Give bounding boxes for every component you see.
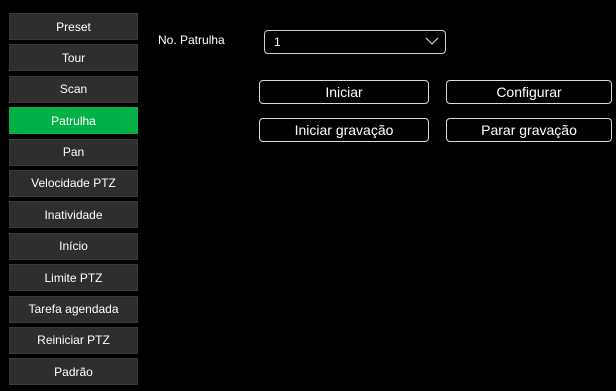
sidebar-item-pan[interactable]: Pan <box>9 138 138 166</box>
sidebar-item-label: Preset <box>56 19 91 34</box>
sidebar-item-preset[interactable]: Preset <box>9 13 138 40</box>
start-recording-button[interactable]: Iniciar gravação <box>259 118 429 142</box>
sidebar-item-label: Scan <box>59 82 88 97</box>
sidebar-item-label: Reiniciar PTZ <box>37 333 110 348</box>
sidebar-item-label: Velocidade PTZ <box>31 176 116 191</box>
sidebar-item-tarefa-agendada[interactable]: Tarefa agendada <box>9 295 138 323</box>
sidebar-item-label: Pan <box>62 145 85 160</box>
sidebar-item-label: Inatividade <box>44 207 103 222</box>
sidebar-item-velocidade-ptz[interactable]: Velocidade PTZ <box>9 169 138 197</box>
chevron-down-icon <box>425 37 439 45</box>
sidebar-item-label: Limite PTZ <box>44 270 103 285</box>
sidebar-item-label: Padrão <box>54 364 93 379</box>
start-button[interactable]: Iniciar <box>259 80 429 104</box>
stop-recording-button[interactable]: Parar gravação <box>446 118 612 142</box>
sidebar-item-label: Patrulha <box>51 113 96 128</box>
sidebar-item-inatividade[interactable]: Inatividade <box>9 201 138 229</box>
sidebar-item-reiniciar-ptz[interactable]: Reiniciar PTZ <box>9 326 138 354</box>
patrol-number-select[interactable]: 1 <box>264 30 446 54</box>
sidebar-item-inicio[interactable]: Início <box>9 232 138 260</box>
sidebar-item-padrao[interactable]: Padrão <box>9 358 138 386</box>
sidebar-item-patrulha[interactable]: Patrulha <box>9 107 138 135</box>
patrol-number-label: No. Patrulha <box>158 33 225 47</box>
configure-button[interactable]: Configurar <box>446 80 612 104</box>
sidebar: Preset Tour Scan Patrulha Pan Velocidade… <box>9 13 138 390</box>
sidebar-item-limite-ptz[interactable]: Limite PTZ <box>9 264 138 292</box>
patrol-number-value: 1 <box>274 35 281 49</box>
sidebar-item-label: Tarefa agendada <box>28 302 119 317</box>
ptz-settings-panel: Preset Tour Scan Patrulha Pan Velocidade… <box>0 0 616 391</box>
sidebar-item-scan[interactable]: Scan <box>9 75 138 103</box>
sidebar-item-label: Início <box>59 239 88 254</box>
sidebar-item-label: Tour <box>61 50 86 65</box>
sidebar-item-tour[interactable]: Tour <box>9 44 138 72</box>
